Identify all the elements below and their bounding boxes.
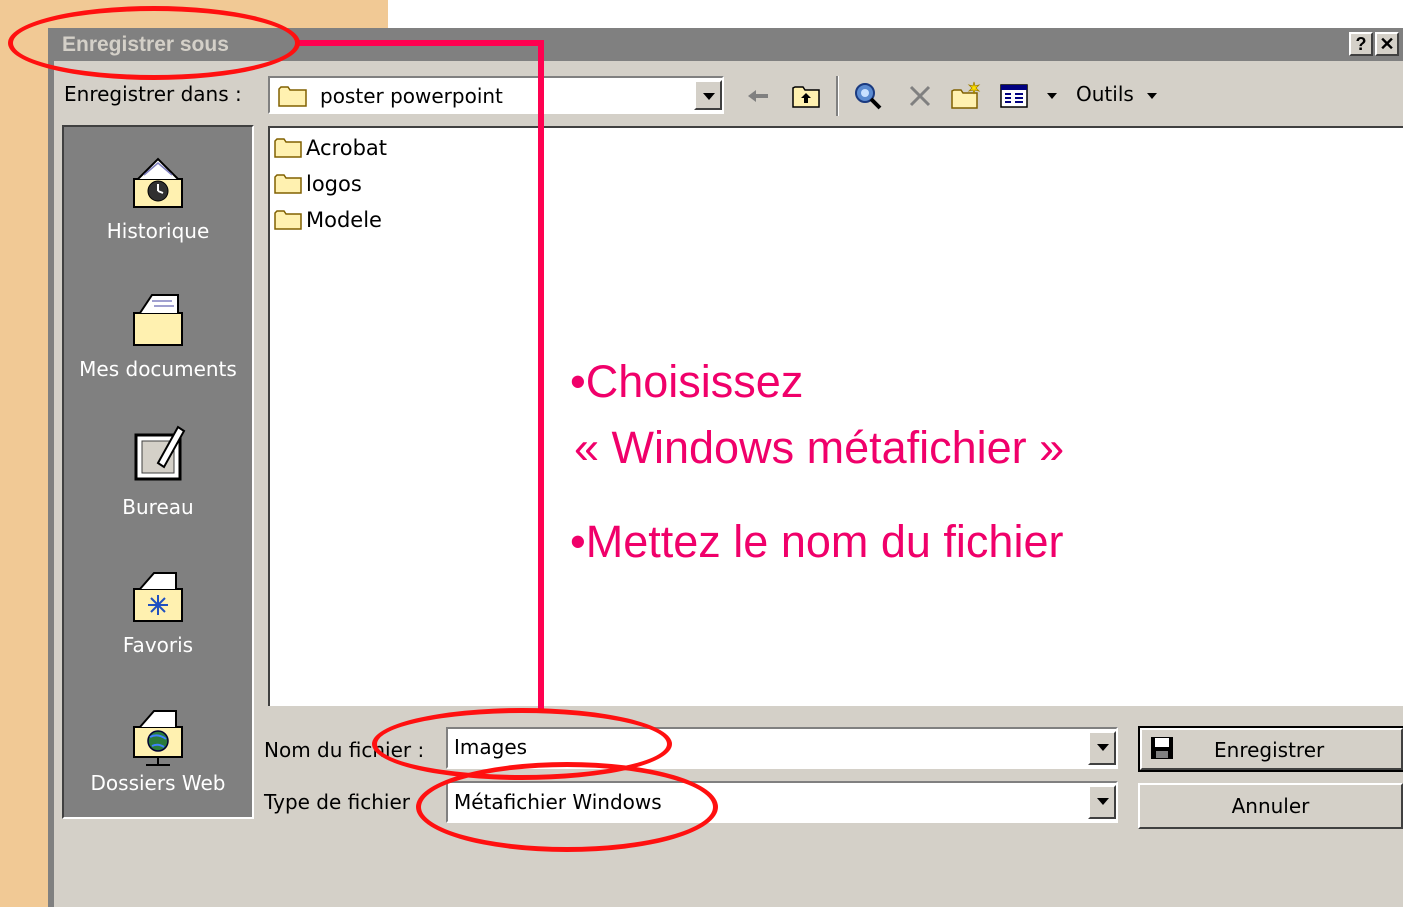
filetype-dropdown-button[interactable]	[1088, 785, 1116, 819]
tools-menu[interactable]: Outils	[1076, 82, 1134, 106]
place-historique[interactable]: Historique	[64, 145, 252, 243]
folder-icon	[274, 138, 302, 158]
save-in-dropdown-button[interactable]	[694, 80, 722, 110]
list-item[interactable]: Acrobat	[274, 136, 387, 160]
places-bar: Historique Mes documents Bureau Favoris …	[62, 125, 254, 819]
save-in-combo[interactable]: poster powerpoint	[268, 76, 724, 114]
back-arrow-icon[interactable]	[742, 80, 774, 112]
place-favoris[interactable]: Favoris	[64, 559, 252, 657]
tools-dropdown-icon[interactable]	[1146, 92, 1158, 100]
floppy-disk-icon	[1151, 737, 1173, 759]
folder-icon	[274, 174, 302, 194]
title-highlight-ellipse	[8, 6, 300, 80]
place-bureau[interactable]: Bureau	[64, 421, 252, 519]
file-list[interactable]: Acrobat logos Modele	[268, 126, 1403, 706]
new-folder-icon[interactable]	[950, 80, 982, 112]
place-label: Bureau	[122, 495, 194, 519]
folder-icon	[278, 86, 307, 107]
annotation-connector-line	[538, 40, 544, 712]
place-dossiers-web[interactable]: Dossiers Web	[64, 697, 252, 795]
search-web-icon[interactable]	[852, 80, 884, 112]
close-button[interactable]: ✕	[1375, 32, 1399, 56]
place-label: Dossiers Web	[90, 771, 226, 795]
delete-icon[interactable]	[904, 80, 936, 112]
annotation-connector-line	[296, 40, 544, 46]
place-label: Mes documents	[79, 357, 237, 381]
web-folders-icon	[133, 710, 183, 766]
history-icon	[133, 157, 183, 208]
views-icon[interactable]	[998, 80, 1030, 112]
views-dropdown-icon[interactable]	[1046, 92, 1058, 100]
desktop-icon	[134, 425, 186, 481]
save-button-label: Enregistrer	[1214, 738, 1325, 762]
slide-background	[0, 0, 48, 907]
cancel-button[interactable]: Annuler	[1138, 783, 1403, 829]
favorites-icon	[133, 572, 183, 622]
list-item[interactable]: Modele	[274, 208, 382, 232]
my-documents-icon	[133, 294, 183, 346]
folder-icon	[274, 210, 302, 230]
place-mes-documents[interactable]: Mes documents	[64, 283, 252, 381]
save-in-label: Enregistrer dans :	[64, 82, 242, 106]
annotation-line-1: •Choisissez	[570, 356, 804, 407]
help-button[interactable]: ?	[1349, 32, 1373, 56]
toolbar-separator	[836, 76, 839, 116]
place-label: Favoris	[122, 633, 194, 657]
file-name: Modele	[306, 208, 382, 232]
up-folder-icon[interactable]	[790, 80, 822, 112]
filetype-label: Type de fichier :	[264, 790, 424, 814]
list-item[interactable]: logos	[274, 172, 362, 196]
filename-dropdown-button[interactable]	[1088, 731, 1116, 765]
save-button[interactable]: Enregistrer	[1138, 726, 1403, 772]
filetype-highlight-ellipse	[416, 762, 718, 852]
annotation-line-3: •Mettez le nom du fichier	[570, 516, 1064, 567]
file-name: logos	[306, 172, 362, 196]
place-label: Historique	[106, 219, 210, 243]
file-name: Acrobat	[306, 136, 387, 160]
annotation-line-2: « Windows métafichier »	[574, 422, 1065, 473]
save-in-value: poster powerpoint	[320, 84, 503, 108]
